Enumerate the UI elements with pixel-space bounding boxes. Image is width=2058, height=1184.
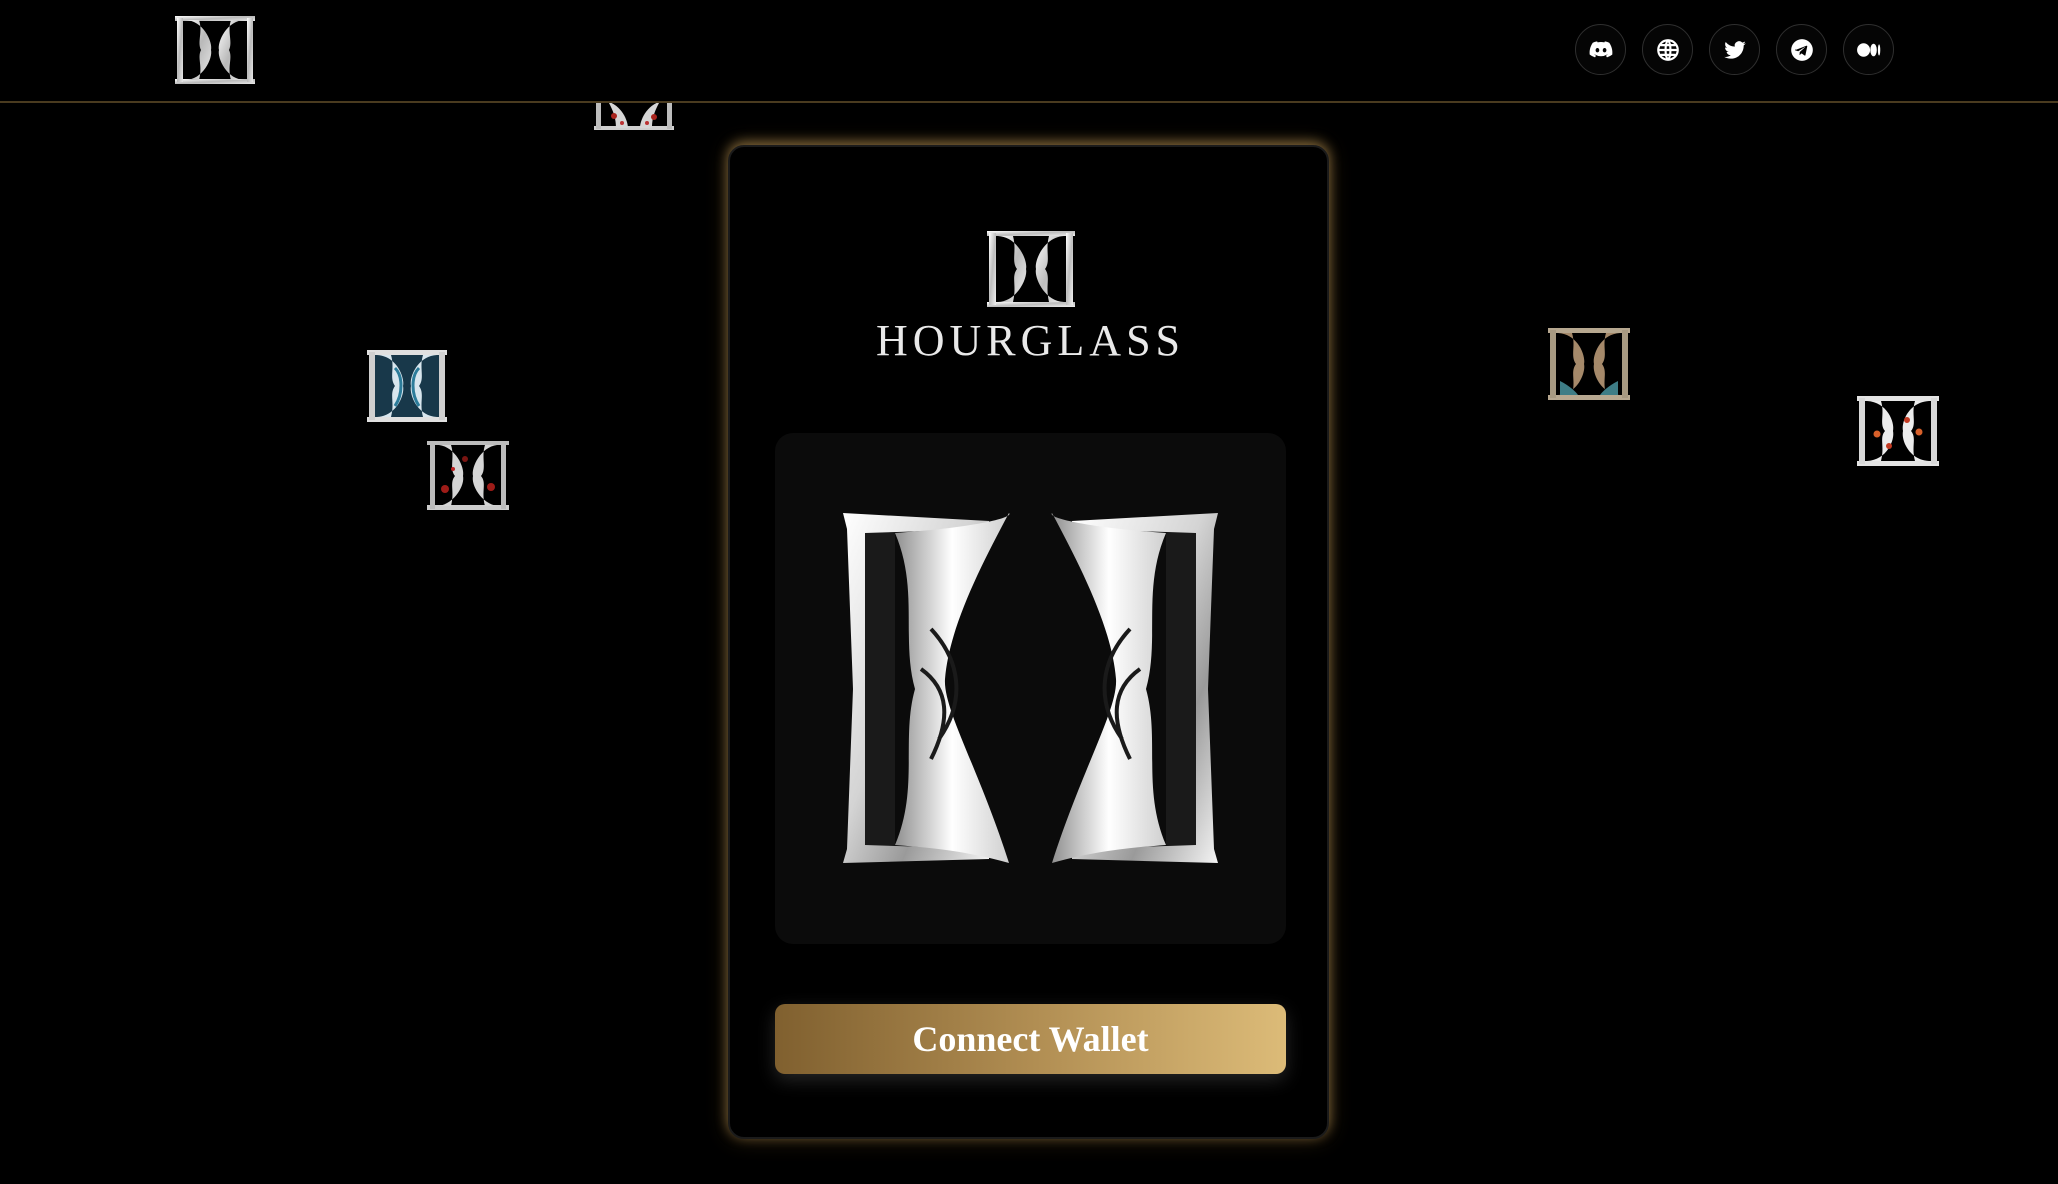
top-header	[0, 0, 2058, 103]
medium-button[interactable]	[1843, 24, 1894, 75]
telegram-button[interactable]	[1776, 24, 1827, 75]
discord-icon	[1589, 40, 1612, 57]
twitter-icon	[1723, 40, 1746, 59]
floating-hourglass-icon	[367, 350, 447, 422]
twitter-button[interactable]	[1709, 24, 1760, 75]
hourglass-brand-icon	[987, 231, 1075, 307]
connect-card: HOURGLASS Connect Wallet	[728, 145, 1329, 1139]
website-button[interactable]	[1642, 24, 1693, 75]
hourglass-artwork-icon	[843, 513, 1218, 863]
floating-hourglass-icon	[1857, 396, 1939, 466]
hero-artwork	[775, 433, 1286, 944]
connect-wallet-button[interactable]: Connect Wallet	[775, 1004, 1286, 1074]
discord-button[interactable]	[1575, 24, 1626, 75]
page: HOURGLASS Connect Wallet	[0, 0, 2058, 1184]
hourglass-logo-icon[interactable]	[173, 14, 257, 86]
brand-name: HOURGLASS	[875, 316, 1186, 365]
floating-hourglass-icon	[1548, 328, 1630, 400]
floating-hourglass-icon	[427, 441, 509, 510]
telegram-icon	[1790, 38, 1813, 61]
globe-icon	[1656, 38, 1679, 61]
floating-hourglass-icon	[594, 101, 674, 130]
medium-icon	[1856, 42, 1880, 57]
